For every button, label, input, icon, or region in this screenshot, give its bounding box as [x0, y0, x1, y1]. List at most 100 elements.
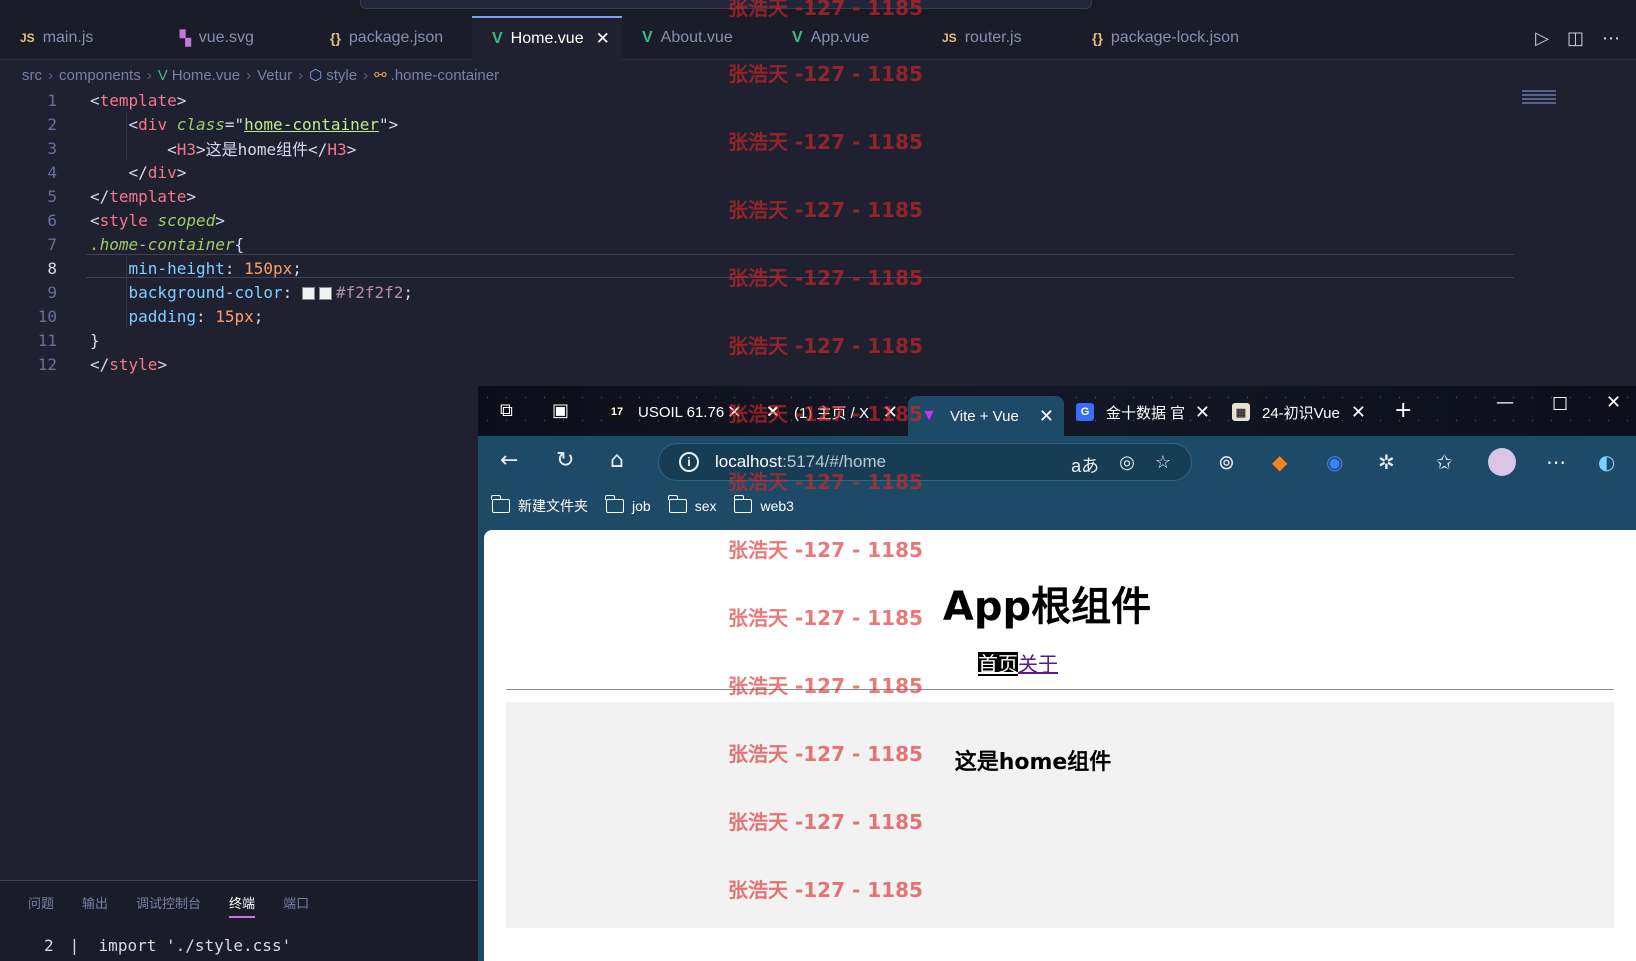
vite-logo-icon: ▼ — [921, 407, 937, 424]
close-icon[interactable]: ✕ — [727, 402, 742, 423]
breadcrumb-language[interactable]: Vetur — [257, 67, 292, 84]
metamask-icon[interactable]: ◆ — [1272, 450, 1287, 474]
maximize-icon[interactable]: ☐ — [1552, 394, 1568, 415]
code-text: <style scoped> — [90, 210, 225, 230]
bookmark-folder[interactable]: web3 — [733, 495, 794, 514]
vue-file-icon: V — [792, 29, 803, 46]
code-text: .home-container{ — [90, 234, 245, 254]
copilot-icon[interactable]: ◐ — [1598, 450, 1615, 474]
line-number: 4 — [47, 162, 57, 182]
code-text: padding: 15px; — [128, 306, 264, 326]
home-container: 这是home组件 — [506, 702, 1614, 928]
tab-router-js[interactable]: JS router.js — [922, 16, 1072, 60]
breadcrumb-components[interactable]: components — [59, 67, 141, 84]
tab-label: vue.svg — [198, 29, 254, 46]
editor-tab-bar: JS main.js ▚ vue.svg {} package.json V H… — [0, 16, 1636, 60]
close-icon[interactable]: ✕ — [596, 29, 610, 49]
bookmark-folder[interactable]: sex — [668, 495, 716, 514]
tab-problems[interactable]: 问题 — [28, 893, 54, 918]
info-icon[interactable]: i — [679, 452, 699, 472]
tab-label: Home.vue — [510, 30, 584, 47]
browser-tab-x-home[interactable]: ✕ (1) 主页 / X ✕ — [752, 394, 908, 430]
sidebar-toggle-icon[interactable]: ▣ — [552, 400, 569, 421]
avatar[interactable] — [1488, 448, 1516, 476]
bookmark-folder[interactable]: 新建文件夹 — [491, 495, 588, 516]
tab-ports[interactable]: 端口 — [283, 893, 309, 918]
browser-tab-usoil[interactable]: 17 USOIL 61.76 ✕ — [596, 394, 752, 430]
app-title: App根组件 — [942, 584, 1152, 630]
code-line: 5 </template> — [0, 184, 196, 208]
nav-link-home[interactable]: 首页 — [978, 652, 1018, 676]
run-icon[interactable]: ▷ — [1535, 28, 1549, 49]
close-icon[interactable]: ✕ — [1039, 406, 1054, 427]
code-line: 1 <template> — [0, 88, 186, 112]
extension-circle-icon[interactable]: ◉ — [1326, 450, 1343, 474]
breadcrumb-style[interactable]: style — [326, 67, 357, 84]
url-bar-actions: aあ ◎ ☆ — [1071, 452, 1171, 478]
bookmark-folder[interactable]: job — [605, 495, 651, 514]
extension-glasses-icon[interactable]: ⊚ — [1218, 450, 1235, 474]
browser-window: ⧉ ▣ 17 USOIL 61.76 ✕ ✕ (1) 主页 / X ✕ ▼ Vi… — [478, 386, 1636, 961]
read-aloud-icon[interactable]: aあ — [1071, 452, 1099, 478]
tab-output[interactable]: 输出 — [82, 893, 108, 918]
x-logo-icon: ✕ — [766, 404, 780, 421]
symbol-class-icon: ⚯ — [374, 67, 387, 84]
more-menu-icon[interactable]: ⋯ — [1546, 450, 1566, 474]
close-icon[interactable]: ✕ — [1195, 402, 1210, 423]
code-editor[interactable]: 1 <template> 2 <div class="home-containe… — [0, 88, 1636, 378]
tab-terminal[interactable]: 终端 — [229, 893, 256, 918]
tab-app-vue[interactable]: V App.vue — [772, 16, 922, 60]
close-icon[interactable]: ✕ — [1351, 402, 1366, 423]
browser-tab-vite-vue[interactable]: ▼ Vite + Vue ✕ — [908, 396, 1064, 436]
tab-package-json[interactable]: {} package.json — [310, 16, 472, 60]
favorites-list-icon[interactable]: ✩ — [1436, 450, 1453, 474]
tab-debug-console[interactable]: 调试控制台 — [136, 893, 201, 918]
split-editor-icon[interactable]: ◫ — [1567, 28, 1584, 49]
tab-about-vue[interactable]: V About.vue — [622, 16, 772, 60]
more-actions-icon[interactable]: ⋯ — [1602, 28, 1620, 49]
minimap[interactable] — [1522, 88, 1556, 110]
tab-vue-svg[interactable]: ▚ vue.svg — [160, 16, 310, 60]
line-number: 3 — [47, 138, 57, 158]
nav-link-about[interactable]: 关于 — [1018, 652, 1058, 676]
folder-icon — [491, 495, 510, 513]
browser-tab-vue-intro[interactable]: ▦ 24-初识Vue ✕ — [1220, 394, 1376, 430]
new-tab-icon[interactable]: + — [1394, 398, 1412, 423]
close-icon[interactable]: ✕ — [883, 402, 898, 423]
url-bar[interactable]: i localhost:5174/#/home aあ ◎ ☆ — [658, 443, 1192, 481]
favorite-star-icon[interactable]: ☆ — [1155, 452, 1171, 478]
breadcrumb-symbol[interactable]: .home-container — [391, 67, 499, 84]
terminal-line: 2 | import './style.css' — [44, 936, 292, 955]
extensions-puzzle-icon[interactable]: ✲ — [1378, 450, 1395, 474]
browser-tab-jin10[interactable]: G 金十数据 官 ✕ — [1064, 394, 1220, 430]
tab-main-js[interactable]: JS main.js — [0, 16, 160, 60]
bookmark-label: job — [632, 498, 651, 514]
line-number: 11 — [37, 330, 57, 350]
command-center[interactable] — [360, 0, 1092, 9]
home-icon[interactable]: ⌂ — [610, 448, 624, 473]
color-swatch[interactable] — [301, 286, 315, 300]
divider — [506, 689, 1614, 690]
minimize-icon[interactable]: — — [1496, 392, 1514, 413]
tab-home-vue[interactable]: V Home.vue ✕ — [472, 16, 622, 60]
close-window-icon[interactable]: ✕ — [1606, 392, 1621, 413]
workspaces-icon[interactable]: ⧉ — [500, 400, 513, 421]
code-line: 8 min-height: 150px; — [0, 256, 302, 280]
breadcrumb-src[interactable]: src — [22, 67, 42, 84]
browser-tab-label: 24-初识Vue — [1262, 404, 1340, 422]
json-file-icon: {} — [1092, 30, 1103, 46]
color-swatch[interactable] — [318, 286, 332, 300]
edge-icon[interactable]: ◎ — [1119, 452, 1135, 478]
tab-package-lock-json[interactable]: {} package-lock.json — [1072, 16, 1272, 60]
url-host: localhost — [715, 452, 783, 471]
breadcrumb-file[interactable]: Home.vue — [172, 67, 240, 84]
back-arrow-icon[interactable]: ← — [500, 448, 518, 473]
tab-label: App.vue — [810, 29, 870, 46]
chevron-right-icon: › — [246, 66, 252, 84]
reload-icon[interactable]: ↻ — [556, 448, 574, 473]
code-line: 2 <div class="home-container"> — [0, 112, 398, 136]
tab-label: main.js — [42, 29, 94, 46]
page-viewport: App根组件 首页关于 这是home组件 — [484, 530, 1636, 961]
browser-tab-label: Vite + Vue — [950, 407, 1019, 425]
folder-icon — [605, 495, 624, 513]
